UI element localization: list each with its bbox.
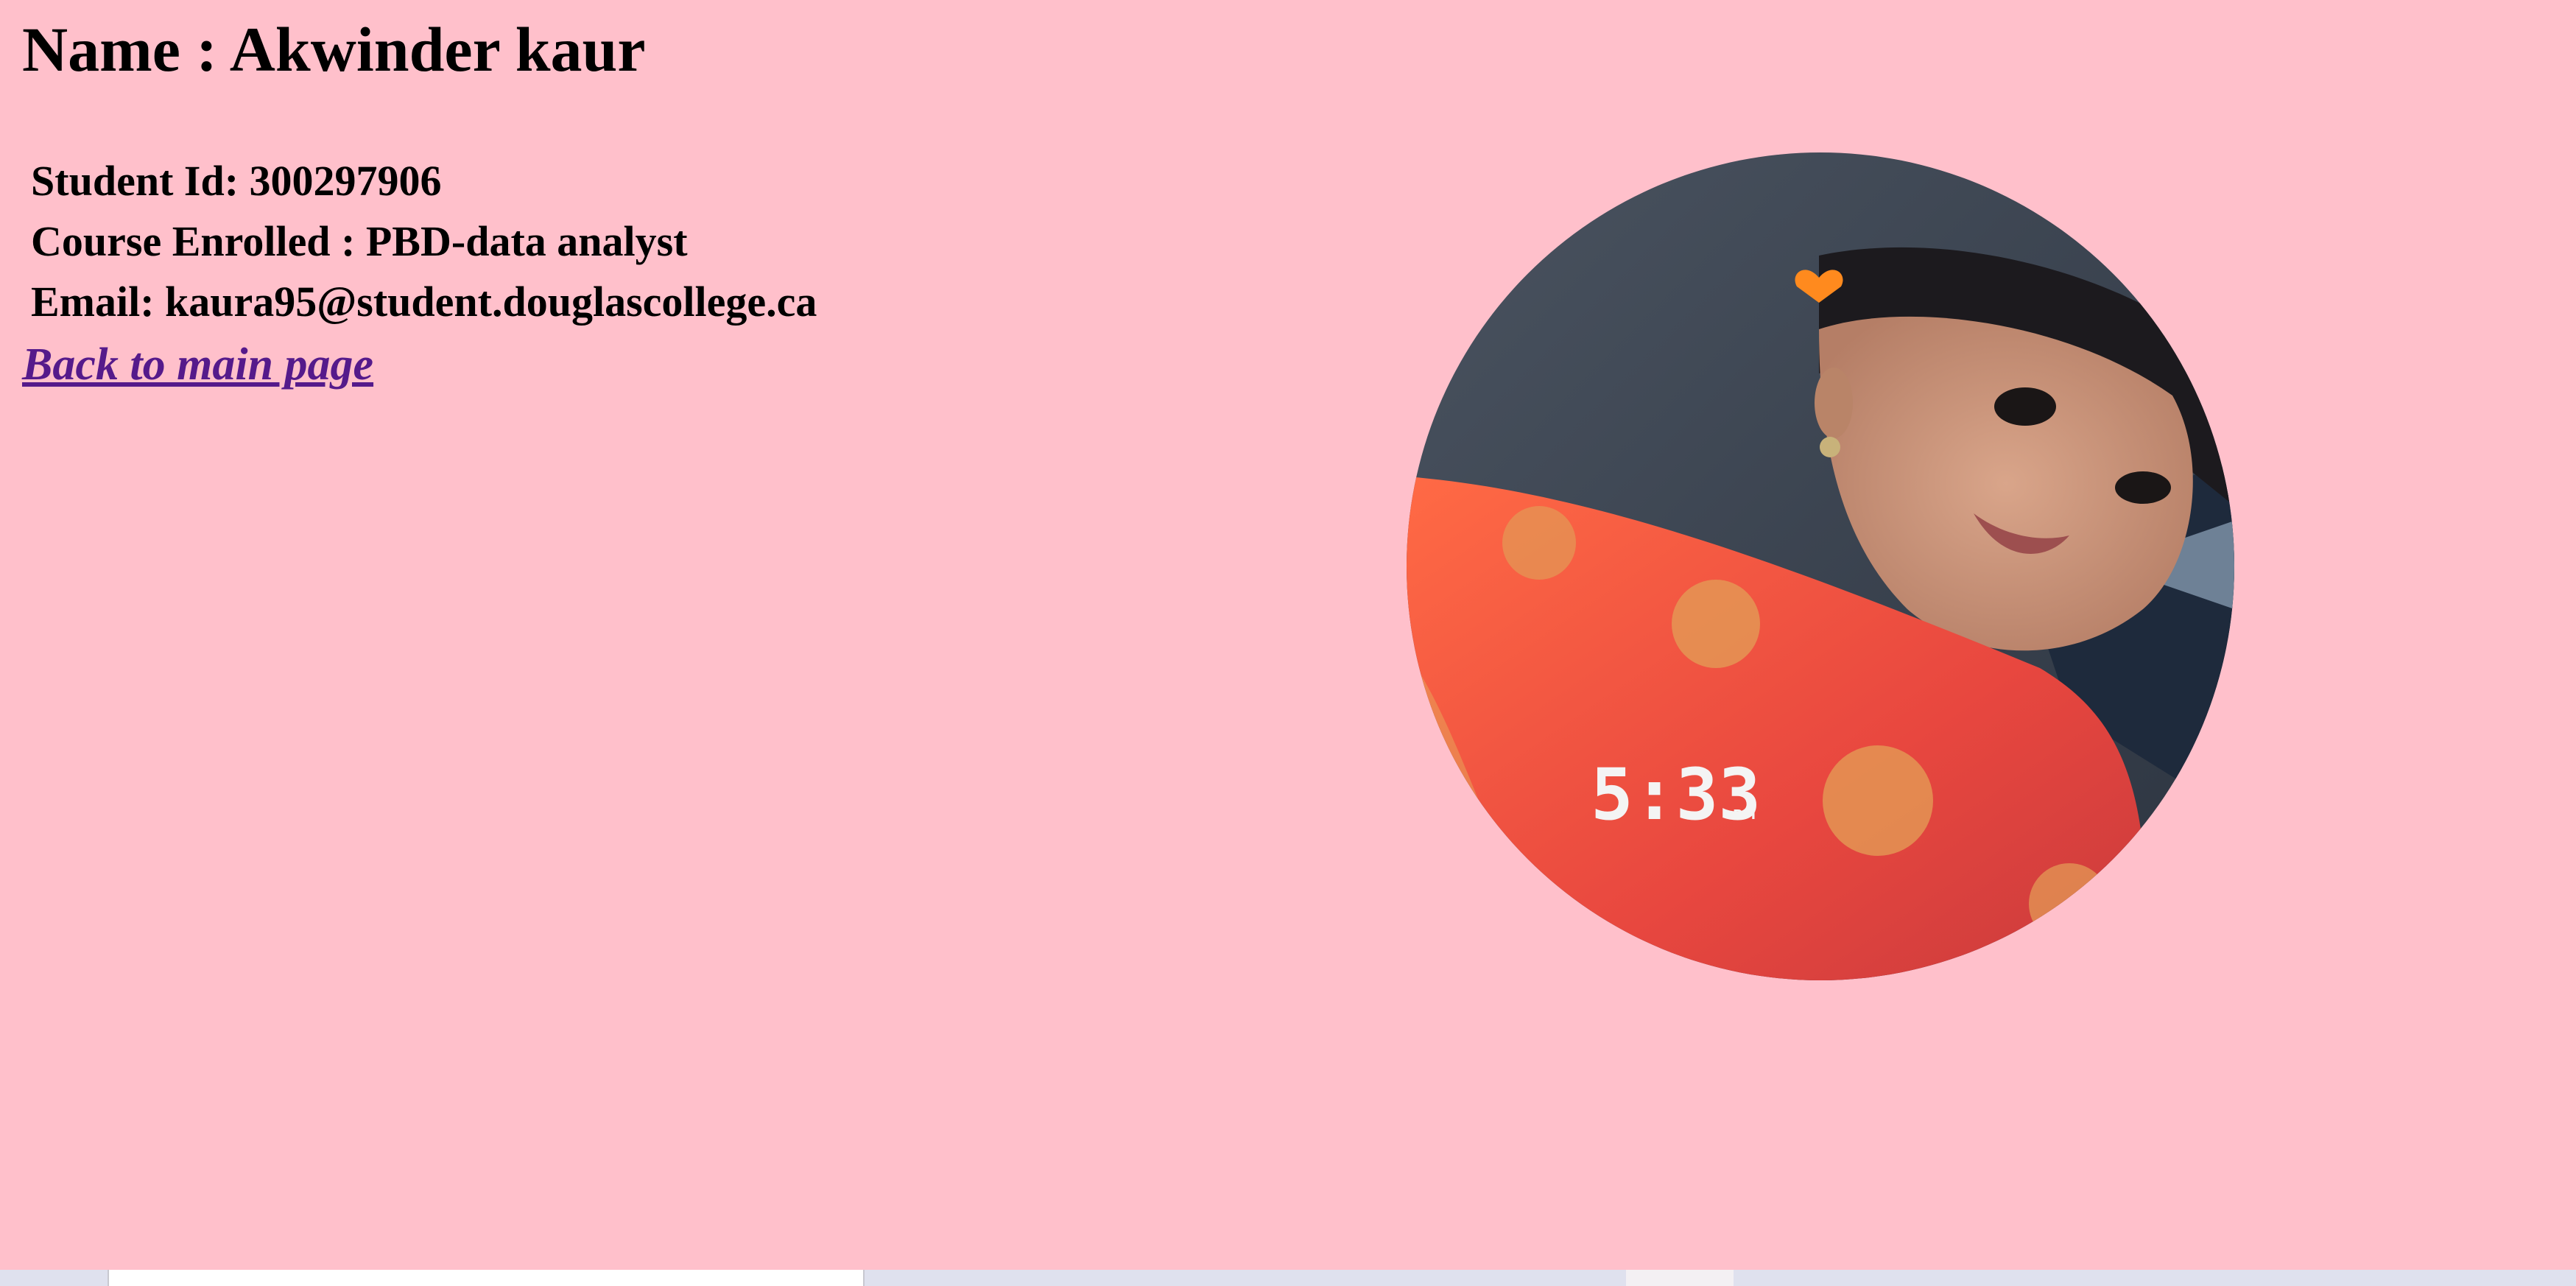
student-email: Email: kaura95@student.douglascollege.ca — [31, 278, 817, 326]
taskbar-panel[interactable] — [108, 1270, 865, 1286]
page-title: Name : Akwinder kaur — [22, 14, 646, 85]
profile-photo-image: 5:33 PM — [1407, 152, 2234, 980]
timestamp-suffix: PM — [1733, 807, 1756, 823]
student-details: Student Id: 300297906 Course Enrolled : … — [31, 151, 817, 332]
timestamp-overlay: 5:33 — [1591, 753, 1761, 836]
course-enrolled: Course Enrolled : PBD-data analyst — [31, 217, 688, 265]
taskbar-panel[interactable] — [1626, 1270, 1734, 1286]
profile-photo: 5:33 PM — [1407, 152, 2234, 980]
bottom-taskbar — [0, 1270, 2576, 1286]
student-id: Student Id: 300297906 — [31, 157, 442, 205]
back-to-main-page-link[interactable]: Back to main page — [22, 339, 373, 391]
